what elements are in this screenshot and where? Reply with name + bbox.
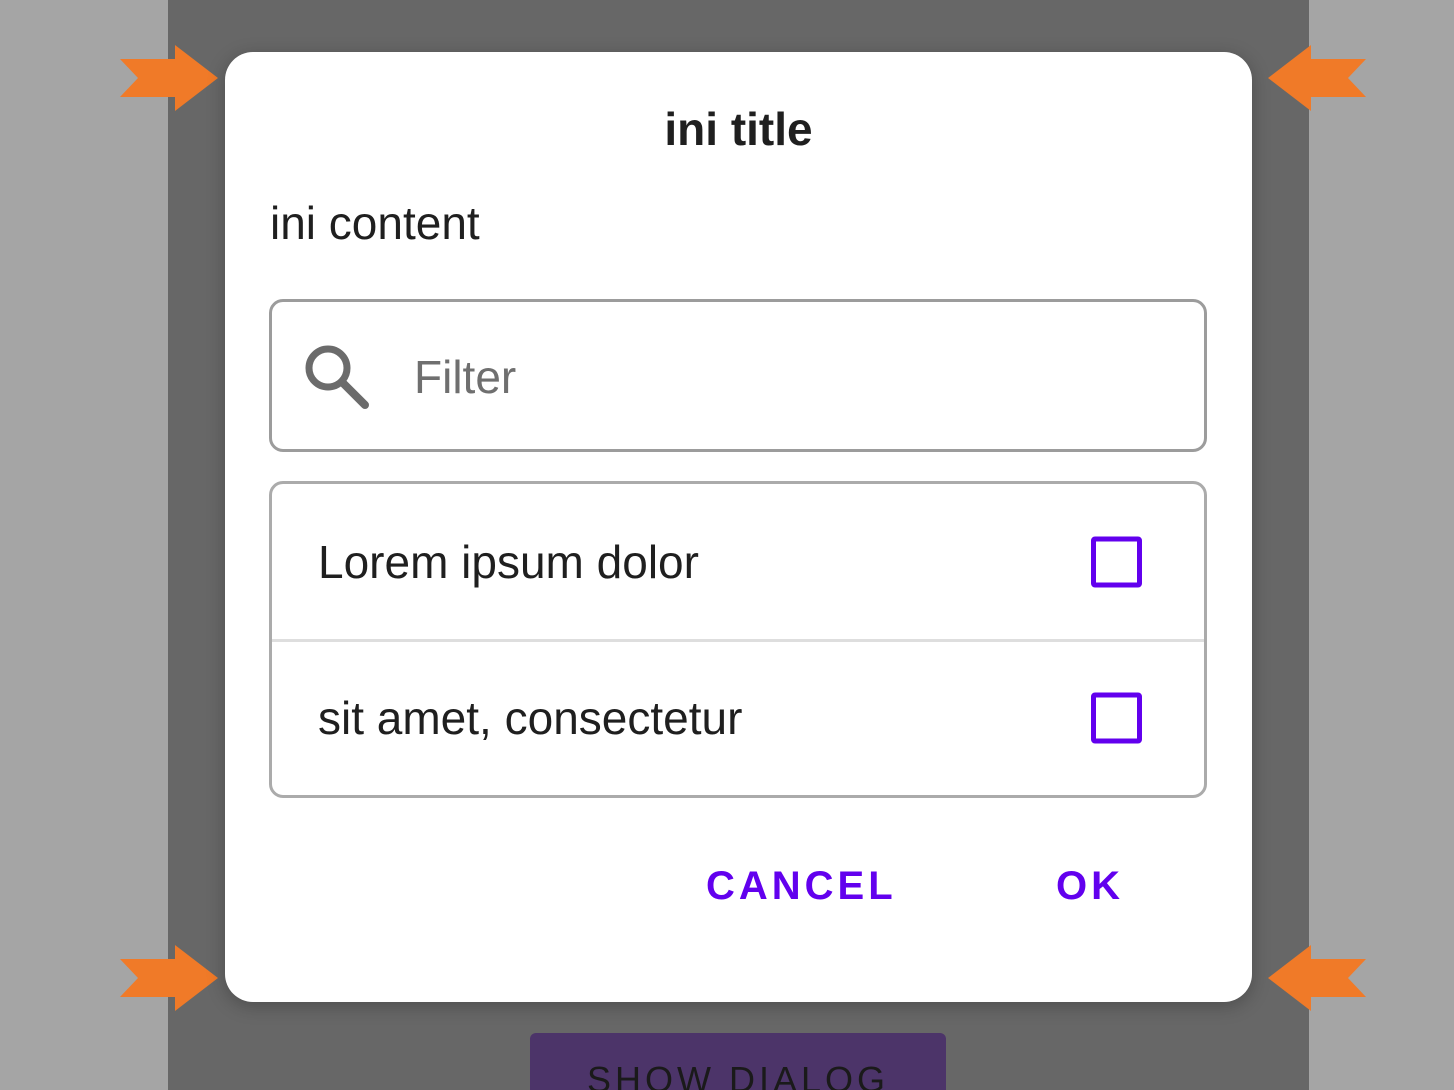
multi-select-dialog: ini title ini content Lorem ipsum dolor … — [225, 52, 1252, 1002]
checkbox[interactable] — [1091, 536, 1142, 587]
options-list: Lorem ipsum dolor sit amet, consectetur — [269, 481, 1207, 798]
filter-input[interactable] — [414, 342, 1174, 412]
dialog-title: ini title — [664, 103, 813, 155]
show-dialog-button[interactable]: SHOW DIALOG — [530, 1033, 946, 1090]
list-item-label: sit amet, consectetur — [318, 692, 743, 744]
arrow-right-icon — [120, 45, 218, 111]
dialog-content: ini content — [270, 197, 480, 249]
list-item[interactable]: sit amet, consectetur — [272, 639, 1204, 794]
arrow-left-icon — [1268, 45, 1366, 111]
filter-field[interactable] — [269, 299, 1207, 452]
arrow-right-icon — [120, 945, 218, 1011]
list-item-label: Lorem ipsum dolor — [318, 535, 699, 588]
list-item[interactable]: Lorem ipsum dolor — [272, 484, 1204, 639]
search-icon — [305, 345, 369, 409]
checkbox[interactable] — [1091, 692, 1142, 744]
ok-button[interactable]: OK — [1056, 864, 1124, 909]
arrow-left-icon — [1268, 945, 1366, 1011]
cancel-button[interactable]: CANCEL — [706, 864, 897, 909]
